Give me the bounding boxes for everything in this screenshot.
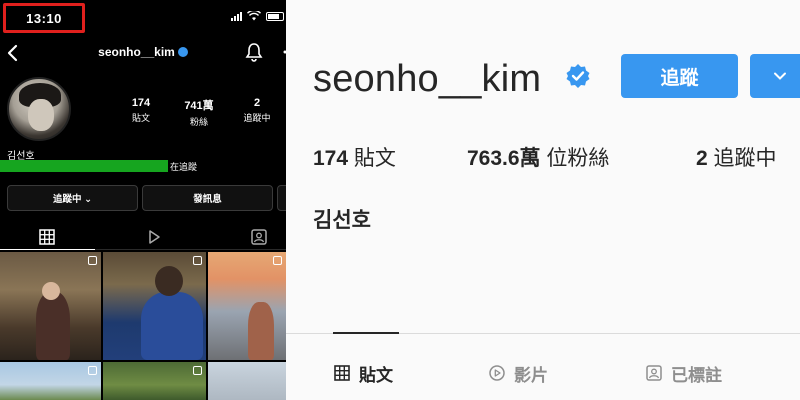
active-tab-indicator	[333, 332, 399, 334]
grid-post[interactable]	[103, 362, 206, 400]
tab-reels[interactable]: 影片	[488, 360, 548, 386]
reels-icon	[489, 365, 505, 381]
grid-post[interactable]	[103, 252, 206, 360]
tab-label: 影片	[514, 365, 548, 385]
message-button[interactable]: 發訊息	[142, 185, 273, 211]
tab-label: 已標註	[671, 365, 722, 385]
post-figure	[141, 292, 203, 360]
multi-photo-icon	[193, 256, 202, 265]
green-highlight-bar	[0, 160, 168, 172]
grid-icon[interactable]	[38, 228, 56, 246]
stat-value: 174	[313, 147, 349, 170]
following-note: 在追蹤	[170, 162, 198, 172]
phone-stat-followers[interactable]: 741萬 粉絲	[170, 97, 228, 128]
phone-username: seonho__kim	[0, 45, 286, 59]
phone-top-bar: seonho__kim	[0, 38, 286, 68]
stat-posts: 174 貼文	[313, 142, 396, 172]
post-figure	[248, 302, 274, 360]
post-figure-head	[42, 282, 60, 300]
tagged-icon	[646, 365, 662, 381]
multi-photo-icon	[88, 366, 97, 375]
grid-post[interactable]	[0, 252, 101, 360]
verified-icon	[177, 46, 188, 57]
multi-photo-icon	[88, 256, 97, 265]
follow-button[interactable]: 追蹤	[621, 54, 738, 98]
grid-post[interactable]	[208, 252, 286, 360]
stat-followers[interactable]: 763.6萬 位粉絲	[467, 142, 609, 172]
profile-username: seonho__kim	[313, 58, 542, 100]
time-highlight-box: 13:10	[3, 3, 85, 33]
grid-icon	[334, 365, 350, 381]
stat-following[interactable]: 2 追蹤中	[696, 142, 777, 172]
stat-label: 貼文	[131, 113, 150, 123]
avatar-face	[28, 99, 54, 131]
stat-value: 763.6萬	[467, 147, 541, 170]
status-bar: 13:10	[0, 0, 286, 36]
following-button[interactable]: 追蹤中 ⌄	[7, 185, 138, 211]
phone-stats: 174 貼文 741萬 粉絲 2 追蹤中	[112, 97, 286, 128]
profile-full-name: 김선호	[313, 209, 371, 232]
phone-tabs	[0, 224, 286, 250]
suggestions-dropdown-button[interactable]	[750, 54, 800, 98]
active-tab-underline	[0, 249, 95, 250]
reels-icon[interactable]	[145, 228, 163, 246]
post-figure-head	[155, 266, 183, 296]
multi-photo-icon	[273, 256, 282, 265]
tagged-icon[interactable]	[250, 228, 268, 246]
stat-label: 粉絲	[189, 117, 208, 127]
phone-screenshot: 13:10 seonho__kim 174 貼文 741萬 粉絲 2 追蹤中 김…	[0, 0, 286, 400]
profile-header: seonho__kim 追蹤 174 貼文 763.6萬 位粉絲 2 追蹤中 김…	[286, 0, 800, 400]
suggest-button[interactable]	[277, 185, 286, 211]
chevron-down-icon	[774, 72, 786, 80]
stat-label: 位粉絲	[546, 147, 610, 170]
grid-post[interactable]	[208, 362, 286, 400]
status-time: 13:10	[26, 10, 62, 26]
tab-label: 貼文	[359, 365, 393, 385]
verified-icon	[566, 64, 590, 88]
photo-grid	[0, 252, 286, 400]
screenshot-root: 13:10 seonho__kim 174 貼文 741萬 粉絲 2 追蹤中 김…	[0, 0, 800, 400]
stat-label: 追蹤中	[713, 147, 777, 170]
signal-icon	[231, 11, 242, 21]
stat-label: 貼文	[353, 147, 396, 170]
bell-icon[interactable]	[245, 42, 263, 62]
phone-stat-posts[interactable]: 174 貼文	[112, 97, 170, 128]
stat-value: 2	[696, 147, 708, 170]
profile-stats: 174 貼文 763.6萬 位粉絲 2 追蹤中	[313, 142, 800, 172]
stat-value: 2	[253, 97, 261, 109]
stat-value: 174	[131, 97, 151, 109]
post-figure	[36, 292, 70, 360]
tab-posts[interactable]: 貼文	[333, 360, 393, 386]
tab-tagged[interactable]: 已標註	[645, 360, 722, 386]
battery-icon	[266, 11, 284, 21]
phone-stat-following[interactable]: 2 追蹤中	[228, 97, 286, 128]
status-icons	[231, 11, 284, 21]
phone-username-text: seonho__kim	[98, 45, 175, 59]
stat-label: 追蹤中	[243, 113, 271, 123]
multi-photo-icon	[193, 366, 202, 375]
grid-post[interactable]	[0, 362, 101, 400]
stat-value: 741萬	[184, 100, 214, 112]
avatar[interactable]	[7, 77, 71, 141]
wifi-icon	[247, 11, 261, 21]
